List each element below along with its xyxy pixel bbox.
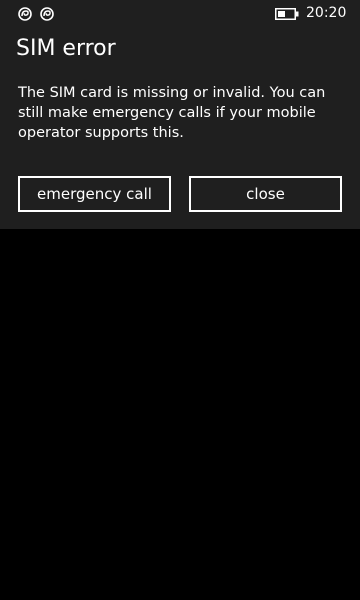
notification-swirl-icon (18, 7, 32, 21)
emergency-call-button[interactable]: emergency call (18, 176, 171, 212)
status-time: 20:20 (306, 5, 347, 21)
battery-icon (275, 8, 299, 20)
dialog-message: The SIM card is missing or invalid. You … (18, 85, 326, 141)
notification-swirl-icon (40, 7, 54, 21)
phone-screen: 20:20 SIM error The SIM card is missing … (0, 0, 360, 600)
dialog-title: SIM error (16, 36, 116, 61)
close-button[interactable]: close (189, 176, 342, 212)
status-bar: 20:20 (0, 0, 360, 28)
sim-error-dialog: 20:20 SIM error The SIM card is missing … (0, 0, 360, 229)
